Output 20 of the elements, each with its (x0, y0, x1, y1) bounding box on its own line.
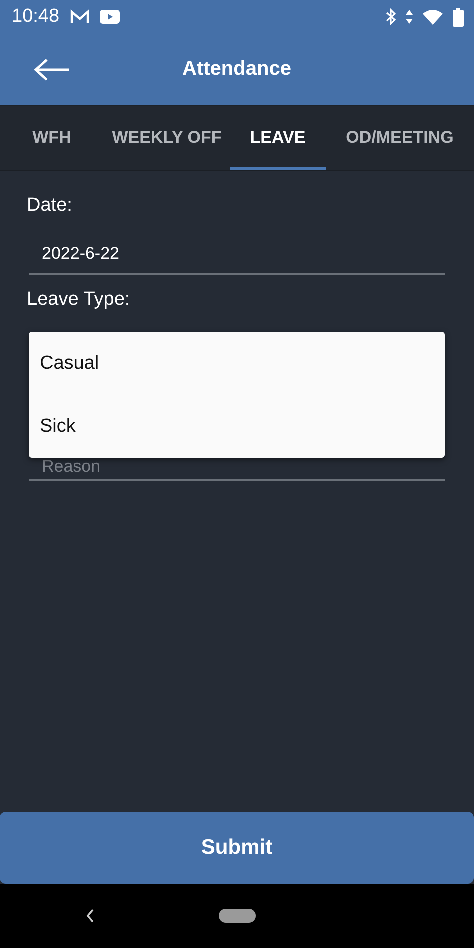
mail-icon (70, 9, 90, 25)
date-label: Date: (27, 195, 74, 218)
bluetooth-icon (386, 8, 396, 26)
leave-type-label: Leave Type: (27, 289, 132, 312)
back-icon[interactable] (86, 909, 95, 923)
dropdown-option[interactable]: Casual (29, 332, 445, 395)
tab[interactable]: WFH (0, 106, 104, 170)
battery-icon (453, 8, 464, 26)
wifi-icon (423, 9, 443, 25)
home-pill-icon[interactable] (219, 909, 256, 923)
date-field[interactable]: 2022-6-22 (29, 235, 445, 275)
play-icon (100, 10, 120, 24)
tab[interactable]: LEAVE (230, 106, 326, 170)
submit-button[interactable]: Submit (0, 812, 474, 884)
tab[interactable]: OD/MEETING (326, 106, 474, 170)
screen-title: Attendance (182, 58, 292, 81)
back-arrow-icon[interactable] (34, 58, 70, 82)
status-time: 10:48 (12, 6, 60, 28)
data-arrows-icon (406, 9, 413, 25)
tab[interactable]: WEEKLY OFF (104, 106, 230, 170)
